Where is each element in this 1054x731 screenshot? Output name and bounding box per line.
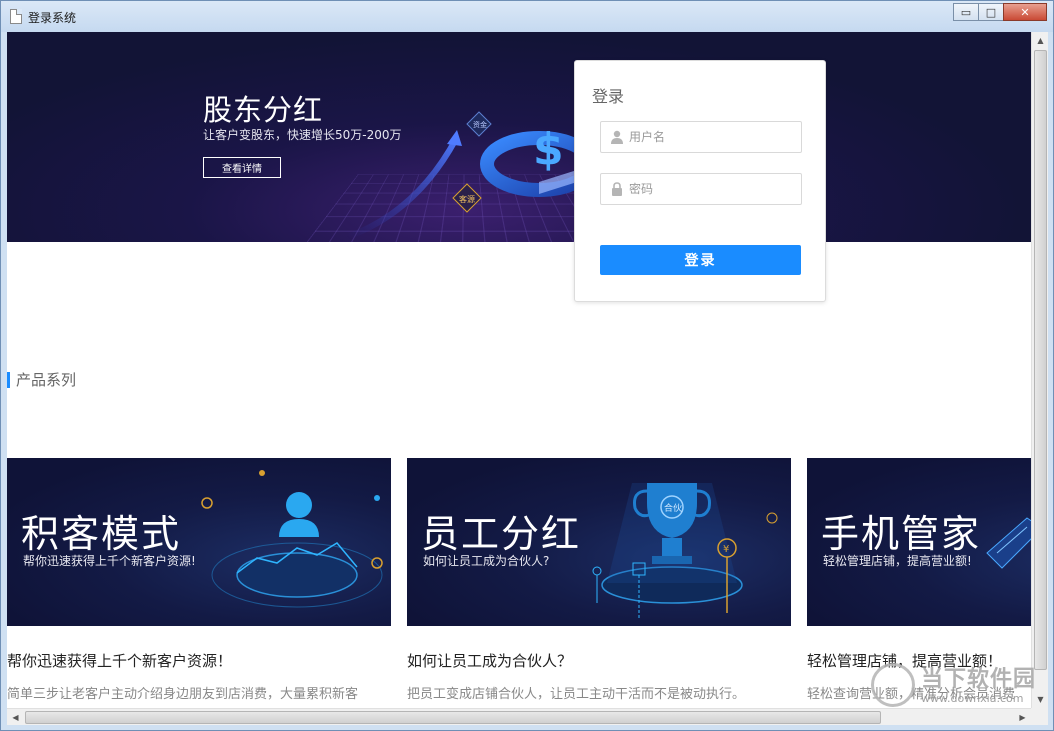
site-watermark: 当下软件园 www.downxia.com (871, 661, 1041, 716)
page-content: $ 资金 客源 股东分红 让客户变股东，快速增长50万-200万 查看详情 登录 (7, 32, 1031, 708)
vertical-scrollbar[interactable]: ▲ ▼ (1031, 32, 1048, 708)
window-title: 登录系统 (28, 11, 77, 25)
product-card-employee-dividend[interactable]: 合伙 ¥ 员工分红 如何让员工成为合伙人? 如何让员工成为合伙人？ 把员工变成店… (407, 458, 791, 702)
horizontal-scroll-thumb[interactable] (25, 711, 881, 724)
login-title: 登录 (592, 87, 625, 106)
view-details-button[interactable]: 查看详情 (203, 157, 281, 178)
customers-tag: 客源 (452, 183, 482, 213)
product-section-title: 产品系列 (7, 372, 76, 388)
hero-banner: $ 资金 客源 股东分红 让客户变股东，快速增长50万-200万 查看详情 (7, 32, 1031, 242)
username-input[interactable] (629, 122, 797, 152)
card-image-title: 手机管家 (821, 512, 982, 556)
window-controls: ▭ □ ✕ (953, 3, 1047, 21)
svg-text:¥: ¥ (723, 544, 729, 555)
close-button[interactable]: ✕ (1003, 3, 1047, 21)
svg-text:合伙: 合伙 (664, 502, 682, 514)
maximize-button[interactable]: □ (978, 3, 1004, 21)
card-image-title: 员工分红 (421, 512, 582, 556)
banner-title: 股东分红 (203, 93, 324, 127)
username-field[interactable] (600, 121, 802, 153)
scroll-left-icon[interactable]: ◀ (7, 709, 24, 726)
svg-text:$: $ (533, 124, 564, 175)
svg-text:资金: 资金 (473, 120, 487, 129)
watermark-text: 当下软件园 (921, 667, 1037, 692)
password-input[interactable] (629, 174, 797, 204)
lock-icon (612, 182, 622, 196)
card-image-subtitle: 如何让员工成为合伙人? (423, 554, 550, 568)
watermark-logo-icon (871, 663, 915, 707)
card-heading[interactable]: 如何让员工成为合伙人？ (407, 650, 791, 671)
product-card-image: 手机管家 轻松管理店铺，提高营业额! (807, 458, 1031, 626)
password-field[interactable] (600, 173, 802, 205)
dollar-chart-illustration: $ 资金 客源 (345, 111, 598, 240)
product-card-customer-mode[interactable]: 积客模式 帮你迅速获得上千个新客户资源! 帮你迅速获得上千个新客户资源！ 简单三… (7, 458, 391, 702)
card-image-subtitle: 轻松管理店铺，提高营业额! (823, 554, 972, 568)
tablet-illustration (986, 517, 1031, 569)
product-card-image: 积客模式 帮你迅速获得上千个新客户资源! (7, 458, 391, 626)
card-description: 简单三步让老客户主动介绍身边朋友到店消费，大量累积新客 (7, 687, 359, 702)
svg-text:客源: 客源 (459, 194, 475, 204)
card-image-title: 积客模式 (21, 512, 182, 556)
card-heading[interactable]: 帮你迅速获得上千个新客户资源！ (7, 650, 391, 671)
funds-tag: 资金 (466, 111, 492, 137)
app-window: 登录系统 ▭ □ ✕ $ 资金 客源 股东分红 让客户变股东，快速增长50万-2… (0, 0, 1054, 731)
title-bar[interactable]: 登录系统 ▭ □ ✕ (1, 1, 1053, 32)
watermark-url: www.downxia.com (921, 692, 1024, 705)
banner-subtitle: 让客户变股东，快速增长50万-200万 (203, 128, 402, 142)
user-icon (611, 130, 623, 144)
login-form: 登录 登录 (574, 60, 826, 302)
scroll-up-icon[interactable]: ▲ (1032, 32, 1049, 49)
card-image-subtitle: 帮你迅速获得上千个新客户资源! (23, 554, 196, 568)
trophy-illustration: 合伙 ¥ (592, 483, 778, 618)
vertical-scroll-thumb[interactable] (1034, 50, 1047, 670)
customer-illustration (201, 470, 383, 608)
card-description: 把员工变成店铺合伙人，让员工主动干活而不是被动执行。 (407, 687, 746, 702)
product-card-image: 合伙 ¥ 员工分红 如何让员工成为合伙人? (407, 458, 791, 626)
minimize-button[interactable]: ▭ (953, 3, 979, 21)
login-button[interactable]: 登录 (600, 245, 801, 275)
document-icon (10, 9, 22, 24)
